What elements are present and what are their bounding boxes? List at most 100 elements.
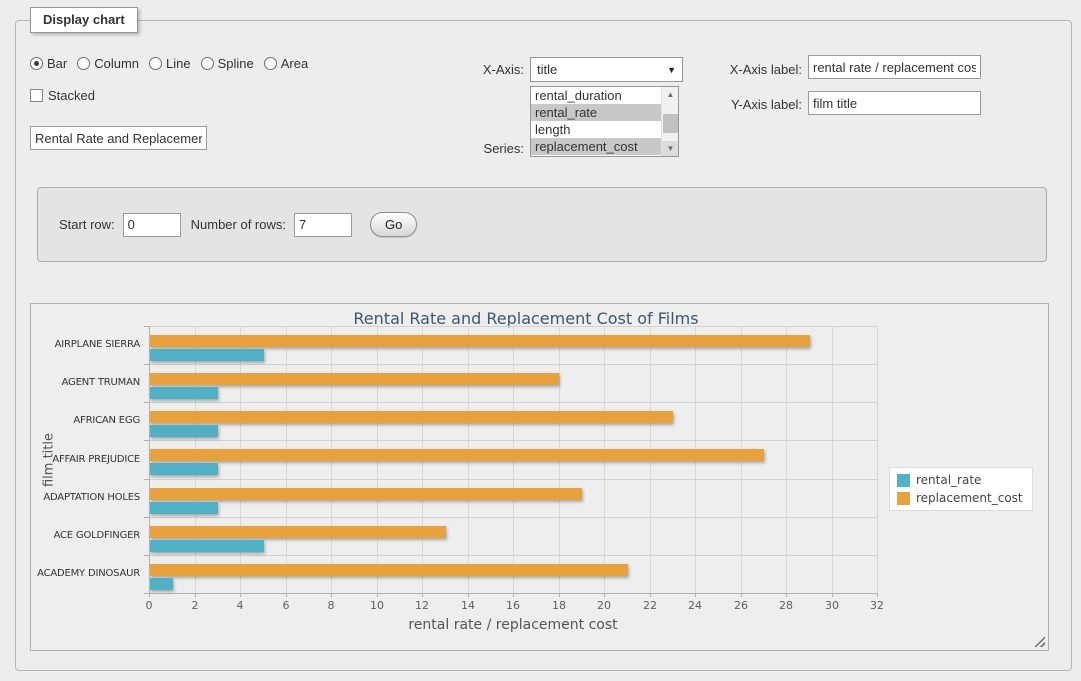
radio-label: Spline	[218, 56, 254, 71]
start-row-input[interactable]	[123, 213, 181, 237]
x-tick-label: 8	[311, 599, 351, 612]
chart-title-input[interactable]	[30, 126, 207, 150]
axis-tick	[877, 593, 878, 597]
scrollbar-thumb[interactable]	[663, 114, 678, 133]
category-label: AIRPLANE SIERRA	[31, 339, 140, 350]
bar-rental_rate[interactable]	[150, 540, 264, 552]
bar-replacement_cost[interactable]	[150, 335, 810, 347]
x-tick-label: 10	[357, 599, 397, 612]
number-of-rows-input[interactable]	[294, 213, 352, 237]
category-label: AFFAIR PREJUDICE	[31, 454, 140, 465]
bar-replacement_cost[interactable]	[150, 373, 559, 385]
chart-container: Rental Rate and Replacement Cost of Film…	[30, 303, 1049, 651]
legend-swatch-icon	[897, 474, 910, 487]
start-row-label: Start row:	[59, 217, 115, 232]
chart-x-axis-title: rental rate / replacement cost	[149, 617, 877, 633]
resize-grip-icon[interactable]	[1034, 636, 1045, 647]
category-label: ACE GOLDFINGER	[31, 530, 140, 541]
series-options: rental_durationrental_ratelengthreplacem…	[531, 87, 678, 155]
row-range-panel: Start row: Number of rows: Go	[37, 187, 1047, 262]
bar-rental_rate[interactable]	[150, 463, 218, 475]
chart-type-radio-spline[interactable]: Spline	[201, 56, 254, 71]
series-scrollbar[interactable]: ▲ ▼	[661, 87, 678, 156]
chart-type-radio-group: Bar Column Line Spline Area	[30, 56, 318, 71]
gridline	[149, 479, 877, 480]
series-listbox[interactable]: rental_durationrental_ratelengthreplacem…	[530, 86, 679, 157]
series-option-rental_rate[interactable]: rental_rate	[531, 104, 662, 121]
x-tick-label: 30	[812, 599, 852, 612]
bar-replacement_cost[interactable]	[150, 449, 764, 461]
y-axis-line	[149, 326, 150, 593]
legend-swatch-icon	[897, 492, 910, 505]
x-tick-label: 24	[675, 599, 715, 612]
bar-replacement_cost[interactable]	[150, 488, 582, 500]
radio-icon	[149, 57, 162, 70]
fieldset-legend: Display chart	[30, 7, 138, 33]
gridline	[877, 326, 878, 593]
number-of-rows-label: Number of rows:	[191, 217, 286, 232]
go-button[interactable]: Go	[370, 212, 417, 237]
series-option-rental_duration[interactable]: rental_duration	[531, 87, 662, 104]
scrollbar-down-icon[interactable]: ▼	[662, 141, 679, 156]
bar-rental_rate[interactable]	[150, 578, 173, 590]
x-axis-selected-value: title	[537, 62, 557, 77]
x-tick-label: 4	[220, 599, 260, 612]
chart-type-radio-bar[interactable]: Bar	[30, 56, 67, 71]
stacked-checkbox-row[interactable]: Stacked	[30, 88, 95, 103]
legend-item-rental_rate[interactable]: rental_rate	[897, 473, 1023, 487]
bar-replacement_cost[interactable]	[150, 564, 628, 576]
chart-type-radio-column[interactable]: Column	[77, 56, 139, 71]
x-tick-label: 18	[539, 599, 579, 612]
chart-type-radio-line[interactable]: Line	[149, 56, 191, 71]
gridline	[786, 326, 787, 593]
radio-label: Area	[281, 56, 308, 71]
bar-rental_rate[interactable]	[150, 349, 264, 361]
legend-label: rental_rate	[916, 473, 981, 487]
x-axis-label-caption: X-Axis label:	[724, 62, 802, 77]
x-tick-label: 12	[402, 599, 442, 612]
bar-replacement_cost[interactable]	[150, 411, 673, 423]
y-axis-label-input[interactable]	[808, 91, 981, 115]
gridline	[149, 402, 877, 403]
legend-item-replacement_cost[interactable]: replacement_cost	[897, 491, 1023, 505]
bar-replacement_cost[interactable]	[150, 526, 446, 538]
x-tick-label: 26	[721, 599, 761, 612]
x-axis-line	[149, 593, 877, 594]
legend-label: replacement_cost	[916, 491, 1023, 505]
radio-label: Column	[94, 56, 139, 71]
x-tick-label: 20	[584, 599, 624, 612]
x-tick-label: 14	[448, 599, 488, 612]
page: Display chart Bar Column Line Spline Area St…	[0, 0, 1081, 681]
radio-icon	[77, 57, 90, 70]
series-option-length[interactable]: length	[531, 121, 662, 138]
x-tick-label: 32	[857, 599, 897, 612]
scrollbar-up-icon[interactable]: ▲	[662, 87, 679, 102]
x-axis-label-text: X-Axis:	[466, 62, 524, 77]
gridline	[149, 555, 877, 556]
radio-icon	[264, 57, 277, 70]
x-tick-label: 2	[175, 599, 215, 612]
stacked-checkbox[interactable]	[30, 89, 43, 102]
x-axis-select[interactable]: title ▼	[530, 57, 683, 82]
radio-label: Bar	[47, 56, 67, 71]
chart-legend: rental_rate replacement_cost	[889, 467, 1033, 511]
x-tick-label: 16	[493, 599, 533, 612]
y-axis-label-caption: Y-Axis label:	[724, 97, 802, 112]
radio-icon	[30, 57, 43, 70]
bar-rental_rate[interactable]	[150, 502, 218, 514]
gridline	[149, 326, 877, 327]
category-label: ACADEMY DINOSAUR	[31, 568, 140, 579]
chart-type-radio-area[interactable]: Area	[264, 56, 308, 71]
bar-rental_rate[interactable]	[150, 387, 218, 399]
x-tick-label: 22	[630, 599, 670, 612]
radio-label: Line	[166, 56, 191, 71]
category-label: AGENT TRUMAN	[31, 377, 140, 388]
gridline	[832, 326, 833, 593]
stacked-label: Stacked	[48, 88, 95, 103]
bar-rental_rate[interactable]	[150, 425, 218, 437]
dropdown-arrow-icon: ▼	[667, 58, 676, 82]
x-tick-label: 28	[766, 599, 806, 612]
gridline	[149, 517, 877, 518]
series-option-replacement_cost[interactable]: replacement_cost	[531, 138, 662, 155]
x-axis-label-input[interactable]	[808, 55, 981, 79]
